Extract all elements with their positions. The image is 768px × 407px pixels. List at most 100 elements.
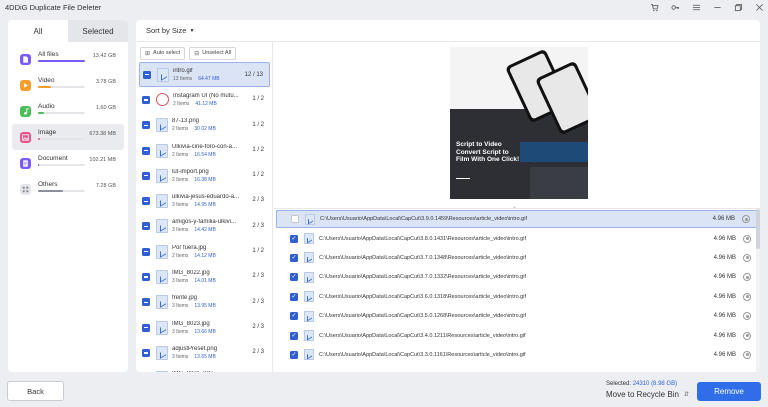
- file-checkbox[interactable]: ✓: [290, 331, 298, 340]
- file-thumbnail: [304, 310, 314, 322]
- group-item[interactable]: 87-13.png 2 Items 30.02 MB 1 / 2: [139, 113, 270, 138]
- group-items: 3 Items: [172, 353, 189, 360]
- file-row[interactable]: ✓ C:\Users\Usuario\AppData\Local\CapCut\3…: [276, 229, 758, 247]
- group-item[interactable]: Instagram UI (No mutu... 2 Items 41.12 MB 1…: [139, 87, 270, 112]
- group-checkbox[interactable]: [142, 273, 150, 282]
- category-all-files[interactable]: All files 13.42 GB: [12, 46, 124, 72]
- file-row[interactable]: ✓ C:\Users\Usuario\AppData\Local\CapCut\3…: [276, 268, 758, 286]
- group-count: 1 / 2: [252, 248, 264, 255]
- file-checkbox[interactable]: ✓: [290, 273, 298, 282]
- file-checkbox[interactable]: ✓: [290, 234, 298, 243]
- preview-column: Script to Video Convert Script to Film W…: [274, 42, 760, 372]
- group-item[interactable]: frente.jpg 3 Items 13.95 MB 2 / 3: [139, 290, 270, 315]
- file-row[interactable]: ✓ C:\Users\Usuario\AppData\Local\CapCut\3…: [276, 346, 758, 364]
- preview-eye-icon[interactable]: [743, 331, 751, 340]
- group-list: intro.gif 13 Items 64.47 MB 12 / 13 Instagra…: [136, 62, 273, 372]
- file-size: 4.96 MB: [713, 351, 736, 358]
- close-icon[interactable]: [754, 2, 764, 12]
- key-icon[interactable]: [670, 2, 680, 12]
- selected-count: 24310: [632, 381, 650, 387]
- unselect-all-button[interactable]: ⊟ Unselect All: [189, 46, 237, 60]
- group-item[interactable]: IMG_8023.jpg 3 Items 13.66 MB 2 / 3: [139, 315, 270, 340]
- category-bar: [38, 60, 85, 62]
- auto-select-button[interactable]: ⊞ Auto select: [140, 46, 186, 60]
- group-checkbox[interactable]: [142, 171, 150, 180]
- back-button[interactable]: Back: [7, 381, 64, 401]
- category-video[interactable]: Video 3.78 GB: [12, 72, 124, 98]
- remove-button[interactable]: Remove: [697, 382, 761, 401]
- group-count: 2 / 3: [252, 349, 264, 356]
- group-item[interactable]: intro.gif 13 Items 64.47 MB 12 / 13: [139, 62, 270, 88]
- category-list: All files 13.42 GB Video 3.78 GB Audio 1…: [8, 42, 128, 202]
- group-size: 30.02 MB: [194, 126, 216, 133]
- group-checkbox[interactable]: [142, 298, 150, 307]
- group-checkbox[interactable]: [142, 121, 150, 130]
- file-path: C:\Users\Usuario\AppData\Local\CapCut\3.…: [319, 293, 526, 300]
- tab-all[interactable]: All: [8, 20, 68, 42]
- group-checkbox[interactable]: [142, 146, 150, 155]
- preview-eye-icon[interactable]: [743, 292, 751, 301]
- group-item[interactable]: IMG_8021.JPG: [139, 366, 270, 372]
- file-checkbox[interactable]: ✓: [290, 350, 298, 359]
- group-checkbox[interactable]: [143, 70, 151, 79]
- group-name: Ulkivia-cine-foro-con-a...: [172, 143, 238, 150]
- group-item[interactable]: ulkivia-jesus-eduardo-a... 3 Items 14.95 M…: [139, 188, 270, 213]
- group-checkbox[interactable]: [142, 247, 150, 256]
- category-label: All files: [38, 51, 59, 58]
- preview-eye-icon[interactable]: [743, 234, 751, 243]
- group-item[interactable]: lut-import.png 2 Items 16.38 MB 1 / 2: [139, 163, 270, 188]
- group-checkbox[interactable]: [142, 222, 150, 231]
- cart-icon[interactable]: [649, 2, 659, 12]
- group-name: lut-import.png: [172, 168, 209, 175]
- category-image[interactable]: Image 673.38 MB: [12, 124, 124, 150]
- group-thumbnail: [156, 270, 168, 285]
- preview-eye-icon[interactable]: [743, 273, 751, 282]
- file-checkbox[interactable]: [291, 215, 299, 224]
- preview-eye-icon[interactable]: [743, 253, 751, 262]
- file-row[interactable]: ✓ C:\Users\Usuario\AppData\Local\CapCut\3…: [276, 249, 758, 267]
- group-items: 2 Items: [172, 126, 189, 133]
- category-label: Image: [38, 129, 57, 136]
- group-thumbnail: [156, 295, 168, 310]
- group-item[interactable]: Ulkivia-cine-foro-con-a... 2 Items 16.54 M…: [139, 138, 270, 163]
- group-item[interactable]: Por fuera.jpg 2 Items 14.12 MB 1 / 2: [139, 239, 270, 264]
- group-item[interactable]: adjustPreset.png 3 Items 13.65 MB 2 / 3: [139, 340, 270, 365]
- category-label: Audio: [38, 103, 55, 110]
- group-item[interactable]: IMG_8022.jpg 3 Items 14.01 MB 2 / 3: [139, 264, 270, 289]
- preview-eye-icon[interactable]: [743, 312, 751, 321]
- category-document[interactable]: Document 102.21 MB: [12, 150, 124, 176]
- group-thumbnail: [156, 168, 168, 183]
- file-size: 4.96 MB: [713, 313, 736, 320]
- group-meta: 2 Items 16.54 MB: [172, 152, 244, 158]
- file-checkbox[interactable]: ✓: [290, 312, 298, 321]
- file-row[interactable]: C:\Users\Usuario\AppData\Local\CapCut\3.…: [276, 210, 758, 229]
- tab-selected[interactable]: Selected: [68, 20, 128, 42]
- preview-eye-icon[interactable]: [742, 215, 750, 224]
- scrollbar[interactable]: [756, 209, 760, 372]
- group-count: 1 / 2: [252, 146, 264, 153]
- file-checkbox[interactable]: ✓: [290, 292, 298, 301]
- file-row[interactable]: ✓ C:\Users\Usuario\AppData\Local\CapCut\3…: [276, 307, 758, 325]
- minimize-icon[interactable]: [712, 2, 722, 12]
- group-checkbox[interactable]: [142, 95, 150, 104]
- sort-dropdown[interactable]: Sort by Size ▼: [136, 20, 760, 42]
- category-audio[interactable]: Audio 1.60 GB: [12, 98, 124, 124]
- file-row[interactable]: ✓ C:\Users\Usuario\AppData\Local\CapCut\3…: [276, 288, 758, 306]
- restore-icon[interactable]: [733, 2, 743, 12]
- preview-eye-icon[interactable]: [743, 350, 751, 359]
- category-others[interactable]: Others 7.28 GB: [12, 176, 124, 202]
- group-item[interactable]: amigos-y-familia-ulkivi... 3 Items 14.42 M…: [139, 214, 270, 239]
- group-name: amigos-y-familia-ulkivi...: [172, 219, 237, 226]
- group-meta: 2 Items 41.12 MB: [173, 101, 245, 107]
- category-label: Others: [38, 181, 58, 188]
- file-size: 4.96 MB: [713, 235, 736, 242]
- file-row[interactable]: ✓ C:\Users\Usuario\AppData\Local\CapCut\3…: [276, 326, 758, 344]
- group-items: 2 Items: [173, 100, 190, 107]
- list-actions: ⊞ Auto select ⊟ Unselect All: [136, 44, 272, 62]
- file-checkbox[interactable]: ✓: [290, 253, 298, 262]
- group-checkbox[interactable]: [142, 197, 150, 206]
- menu-icon[interactable]: [691, 2, 701, 12]
- move-to-select[interactable]: Move to Recycle Bin ⇵: [606, 390, 692, 399]
- group-checkbox[interactable]: [142, 348, 150, 357]
- group-checkbox[interactable]: [142, 323, 150, 332]
